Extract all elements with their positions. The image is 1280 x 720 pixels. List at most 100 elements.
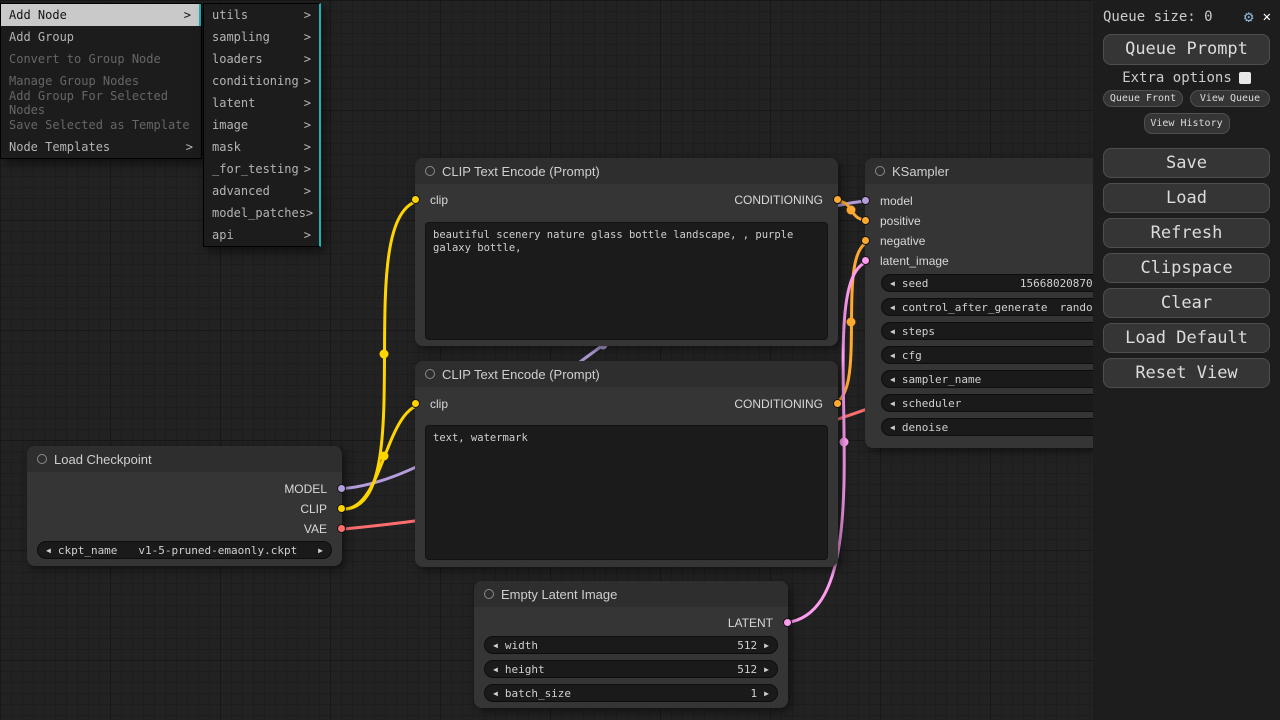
node-title: Empty Latent Image bbox=[501, 587, 617, 602]
widget-label: width bbox=[505, 639, 538, 652]
node-canvas[interactable]: CLIP Text Encode (Prompt) clip CONDITION… bbox=[0, 0, 1280, 720]
node-header[interactable]: CLIP Text Encode (Prompt) bbox=[415, 361, 838, 387]
menu-item-label: advanced bbox=[212, 184, 270, 198]
decrement-arrow-icon[interactable]: ◀ bbox=[493, 665, 498, 674]
node-header[interactable]: Load Checkpoint bbox=[27, 446, 342, 472]
widget-height[interactable]: ◀ height 512 ▶ bbox=[484, 660, 778, 678]
node-title: Load Checkpoint bbox=[54, 452, 152, 467]
main-menu-panel: Queue size: 0 ⚙ ✕ Queue Prompt Extra opt… bbox=[1093, 0, 1280, 720]
node-header[interactable]: CLIP Text Encode (Prompt) bbox=[415, 158, 838, 184]
menu-item-save-selected-as-template: Save Selected as Template bbox=[1, 114, 201, 136]
clear-button[interactable]: Clear bbox=[1103, 288, 1270, 318]
input-port-clip[interactable] bbox=[411, 195, 420, 204]
decrement-arrow-icon[interactable]: ◀ bbox=[890, 375, 895, 384]
collapse-dot[interactable] bbox=[875, 166, 885, 176]
submenu-arrow-icon: > bbox=[304, 30, 311, 44]
submenu-item-model-patches[interactable]: model_patches > bbox=[204, 202, 319, 224]
menu-item-label: utils bbox=[212, 8, 248, 22]
menu-item-label: sampling bbox=[212, 30, 270, 44]
context-menu: Add Node > Add Group Convert to Group No… bbox=[0, 3, 202, 159]
decrement-arrow-icon[interactable]: ◀ bbox=[890, 399, 895, 408]
submenu-item-latent[interactable]: latent > bbox=[204, 92, 319, 114]
increment-arrow-icon[interactable]: ▶ bbox=[764, 689, 769, 698]
submenu-item-sampling[interactable]: sampling > bbox=[204, 26, 319, 48]
load-button[interactable]: Load bbox=[1103, 183, 1270, 213]
output-port-clip[interactable] bbox=[337, 504, 346, 513]
decrement-arrow-icon[interactable]: ◀ bbox=[890, 303, 895, 312]
menu-item-label: Add Group For Selected Nodes bbox=[9, 89, 193, 117]
widget-ckpt-name[interactable]: ◀ ckpt_name v1-5-pruned-emaonly.ckpt ▶ bbox=[37, 541, 332, 559]
submenu-item-advanced[interactable]: advanced > bbox=[204, 180, 319, 202]
output-port-vae[interactable] bbox=[337, 524, 346, 533]
load-default-button[interactable]: Load Default bbox=[1103, 323, 1270, 353]
clipspace-button[interactable]: Clipspace bbox=[1103, 253, 1270, 283]
collapse-dot[interactable] bbox=[425, 166, 435, 176]
settings-gear-icon[interactable]: ⚙ bbox=[1244, 10, 1254, 24]
collapse-dot[interactable] bbox=[484, 589, 494, 599]
widget-label: steps bbox=[902, 325, 935, 338]
slot-row: clip CONDITIONING bbox=[415, 192, 838, 208]
widget-width[interactable]: ◀ width 512 ▶ bbox=[484, 636, 778, 654]
close-icon[interactable]: ✕ bbox=[1263, 9, 1271, 25]
slot-row: clip CONDITIONING bbox=[415, 396, 838, 412]
input-port-model[interactable] bbox=[861, 196, 870, 205]
input-port-clip[interactable] bbox=[411, 399, 420, 408]
menu-item-node-templates[interactable]: Node Templates > bbox=[1, 136, 201, 158]
decrement-arrow-icon[interactable]: ◀ bbox=[890, 327, 895, 336]
node-header[interactable]: Empty Latent Image bbox=[474, 581, 788, 607]
save-button[interactable]: Save bbox=[1103, 148, 1270, 178]
output-port-model[interactable] bbox=[337, 484, 346, 493]
widget-batch-size[interactable]: ◀ batch_size 1 ▶ bbox=[484, 684, 778, 702]
prompt-textarea[interactable]: beautiful scenery nature glass bottle la… bbox=[425, 222, 828, 340]
node-title: CLIP Text Encode (Prompt) bbox=[442, 367, 600, 382]
menu-item-label: loaders bbox=[212, 52, 263, 66]
refresh-button[interactable]: Refresh bbox=[1103, 218, 1270, 248]
menu-item-label: Save Selected as Template bbox=[9, 118, 190, 132]
submenu-item-loaders[interactable]: loaders > bbox=[204, 48, 319, 70]
node-load-checkpoint[interactable]: Load Checkpoint MODEL CLIP VAE ◀ ckpt_na… bbox=[27, 446, 342, 566]
submenu-item-mask[interactable]: mask > bbox=[204, 136, 319, 158]
input-port-negative[interactable] bbox=[861, 236, 870, 245]
queue-front-button[interactable]: Queue Front bbox=[1103, 90, 1183, 107]
submenu-item-conditioning[interactable]: conditioning > bbox=[204, 70, 319, 92]
output-label: CONDITIONING bbox=[734, 193, 823, 207]
node-empty-latent-image[interactable]: Empty Latent Image LATENT ◀ width 512 ▶ … bbox=[474, 581, 788, 708]
menu-item-add-group[interactable]: Add Group bbox=[1, 26, 201, 48]
decrement-arrow-icon[interactable]: ◀ bbox=[890, 279, 895, 288]
output-port-conditioning[interactable] bbox=[833, 399, 842, 408]
decrement-arrow-icon[interactable]: ◀ bbox=[493, 689, 498, 698]
queue-prompt-button[interactable]: Queue Prompt bbox=[1103, 34, 1270, 65]
output-port-latent[interactable] bbox=[783, 618, 792, 627]
link-midpoint-dot bbox=[840, 438, 849, 447]
input-port-positive[interactable] bbox=[861, 216, 870, 225]
submenu-arrow-icon: > bbox=[306, 206, 313, 220]
increment-arrow-icon[interactable]: ▶ bbox=[764, 641, 769, 650]
decrement-arrow-icon[interactable]: ◀ bbox=[493, 641, 498, 650]
previous-arrow-icon[interactable]: ◀ bbox=[46, 546, 51, 555]
increment-arrow-icon[interactable]: ▶ bbox=[764, 665, 769, 674]
view-queue-button[interactable]: View Queue bbox=[1190, 90, 1270, 107]
collapse-dot[interactable] bbox=[425, 369, 435, 379]
decrement-arrow-icon[interactable]: ◀ bbox=[890, 351, 895, 360]
submenu-arrow-icon: > bbox=[184, 8, 191, 22]
node-clip-text-encode-2[interactable]: CLIP Text Encode (Prompt) clip CONDITION… bbox=[415, 361, 838, 567]
submenu-item-image[interactable]: image > bbox=[204, 114, 319, 136]
input-port-latent-image[interactable] bbox=[861, 256, 870, 265]
prompt-textarea[interactable]: text, watermark bbox=[425, 425, 828, 560]
submenu-arrow-icon: > bbox=[186, 140, 193, 154]
extra-options-checkbox[interactable] bbox=[1239, 72, 1251, 84]
submenu-arrow-icon: > bbox=[304, 184, 311, 198]
submenu-item-utils[interactable]: utils > bbox=[204, 4, 319, 26]
view-history-button[interactable]: View History bbox=[1144, 113, 1230, 134]
menu-item-add-node[interactable]: Add Node > bbox=[1, 4, 201, 26]
output-port-conditioning[interactable] bbox=[833, 195, 842, 204]
collapse-dot[interactable] bbox=[37, 454, 47, 464]
decrement-arrow-icon[interactable]: ◀ bbox=[890, 423, 895, 432]
next-arrow-icon[interactable]: ▶ bbox=[318, 546, 323, 555]
submenu-item-api[interactable]: api > bbox=[204, 224, 319, 246]
menu-item-label: Add Node bbox=[9, 8, 67, 22]
reset-view-button[interactable]: Reset View bbox=[1103, 358, 1270, 388]
output-label: VAE bbox=[304, 522, 327, 536]
node-clip-text-encode-1[interactable]: CLIP Text Encode (Prompt) clip CONDITION… bbox=[415, 158, 838, 346]
submenu-item-for-testing[interactable]: _for_testing > bbox=[204, 158, 319, 180]
